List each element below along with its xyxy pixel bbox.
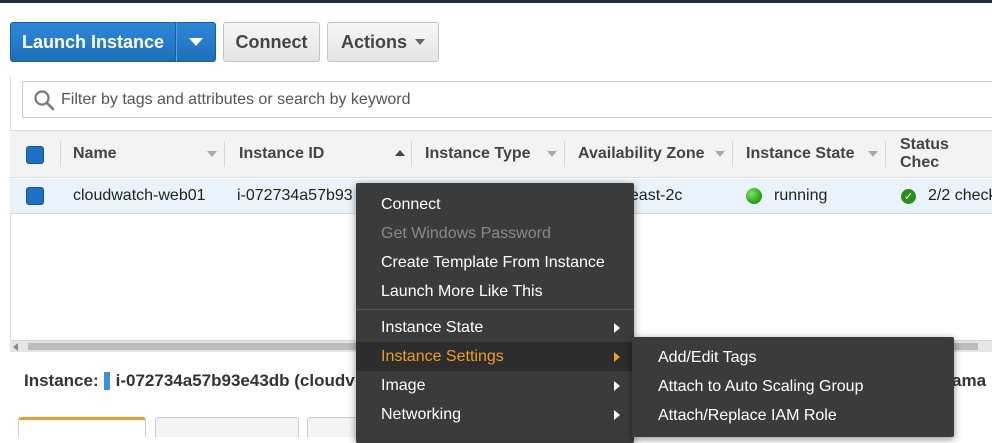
column-divider [60,141,61,167]
launch-instance-label: Launch Instance [21,31,165,52]
menu-item-create-template[interactable]: Create Template From Instance [356,248,634,277]
column-header-status-checks[interactable]: Status Chec [900,131,992,177]
tab-status-checks[interactable] [155,417,299,437]
menu-item-launch-more[interactable]: Launch More Like This [356,277,634,306]
status-checks-text: 2/2 check [928,187,992,204]
menu-item-label: Networking [381,405,462,423]
column-header-instance-state[interactable]: Instance State [746,131,854,177]
instance-detail-header: Instance: i-072734a57b93e43db (cloudv [24,370,355,392]
cell-name: cloudwatch-web01 [73,187,206,204]
column-divider [564,141,565,167]
dropdown-caret-icon [189,38,203,46]
table-header: Name Instance ID Instance Type Availabil… [10,130,992,178]
menu-item-label: Create Template From Instance [381,253,605,271]
search-icon [34,89,55,110]
instance-settings-submenu: Add/Edit Tags Attach to Auto Scaling Gro… [632,337,954,437]
menu-item-label: Connect [381,195,441,213]
menu-item-label: Image [381,376,426,394]
instance-state-text: running [774,187,828,204]
column-header-instance-id[interactable]: Instance ID [239,131,324,177]
submenu-arrow-icon [614,381,620,391]
scroll-left-icon[interactable] [13,343,18,351]
menu-item-label: Instance State [381,318,484,336]
menu-item-label: Instance Settings [381,347,504,365]
menu-item-connect[interactable]: Connect [356,190,634,219]
submenu-arrow-icon [614,352,620,362]
submenu-arrow-icon [614,410,620,420]
detail-marker [103,372,110,390]
cell-instance-state: running [746,179,827,213]
connect-button[interactable]: Connect [223,22,320,62]
menu-item-label: Get Windows Password [381,224,551,242]
launch-dropdown-button[interactable] [176,22,216,62]
select-all-checkbox[interactable] [26,146,44,164]
sort-caret-icon[interactable] [868,151,878,157]
column-header-instance-type[interactable]: Instance Type [425,131,531,177]
column-divider [411,141,412,167]
submenu-item-label: Add/Edit Tags [658,348,757,366]
chevron-down-icon [415,39,425,45]
context-menu: Connect Get Windows Password Create Temp… [356,183,634,443]
menu-divider [356,309,634,310]
submenu-item-add-edit-tags[interactable]: Add/Edit Tags [632,343,954,372]
sort-caret-icon[interactable] [207,151,217,157]
connect-label: Connect [235,31,308,52]
column-divider [732,141,733,167]
cell-instance-id: i-072734a57b93 [237,187,353,204]
submenu-item-label: Attach to Auto Scaling Group [658,377,864,395]
submenu-item-label: Attach/Replace IAM Role [658,406,837,424]
actions-button[interactable]: Actions [327,22,439,62]
row-checkbox[interactable] [26,187,44,205]
menu-item-get-windows-password: Get Windows Password [356,219,634,248]
top-border [0,0,992,3]
menu-item-networking[interactable]: Networking [356,400,634,429]
sort-caret-icon[interactable] [547,151,557,157]
column-divider [885,141,886,167]
search-input[interactable] [61,90,961,109]
running-status-icon [746,188,762,204]
sort-asc-icon[interactable] [395,150,405,156]
actions-label: Actions [340,31,407,52]
submenu-item-attach-iam-role[interactable]: Attach/Replace IAM Role [632,401,954,430]
menu-item-label: Launch More Like This [381,282,543,300]
detail-instance-value: i-072734a57b93e43db (cloudv [115,371,355,390]
menu-item-instance-settings[interactable]: Instance Settings [356,342,634,371]
submenu-arrow-icon [614,323,620,333]
check-icon: ✓ [901,188,916,204]
sort-caret-icon[interactable] [715,151,725,157]
detail-right-label: ama [952,371,987,390]
detail-label: Instance: [24,371,99,390]
menu-item-instance-state[interactable]: Instance State [356,313,634,342]
search-bar[interactable] [22,81,992,118]
column-divider [224,141,225,167]
column-header-availability-zone[interactable]: Availability Zone [578,131,705,177]
menu-item-image[interactable]: Image [356,371,634,400]
cell-status-checks: ✓ 2/2 check [901,179,992,213]
detail-right-text: ama [952,370,986,392]
launch-instance-button[interactable]: Launch Instance [10,22,176,62]
tab-description[interactable] [18,417,146,437]
column-header-name[interactable]: Name [73,131,117,177]
submenu-item-attach-auto-scaling[interactable]: Attach to Auto Scaling Group [632,372,954,401]
